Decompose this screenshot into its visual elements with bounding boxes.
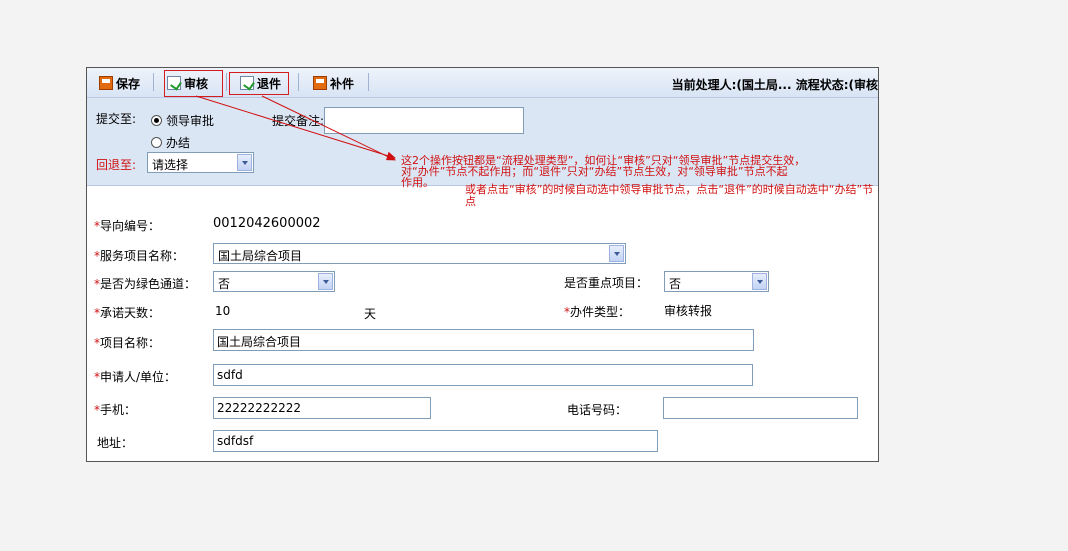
service-label: *服务项目名称：: [94, 249, 185, 263]
save-button[interactable]: 保存: [99, 74, 140, 92]
applicant-label: *申请人/单位：: [94, 370, 177, 384]
phone-input[interactable]: [663, 397, 858, 419]
case-type-label: *办件类型：: [564, 305, 631, 319]
mobile-label: *手机：: [94, 403, 137, 417]
remark-label: 提交备注:: [272, 114, 325, 128]
toolbar-separator: [368, 73, 369, 91]
chevron-down-icon[interactable]: [752, 273, 767, 290]
annotation-line-3: 作用。: [401, 176, 434, 189]
save-icon: [99, 76, 113, 90]
project-name-input[interactable]: 国土局综合项目: [213, 329, 754, 351]
applicant-input[interactable]: sdfd: [213, 364, 753, 386]
audit-highlight: [164, 70, 223, 97]
return-highlight: [229, 72, 289, 95]
guide-no-value: 0012042600002: [213, 216, 321, 231]
chevron-down-icon[interactable]: [318, 273, 333, 290]
key-project-select[interactable]: 否: [664, 271, 769, 292]
guide-no-label: *导向编号：: [94, 219, 161, 233]
address-input[interactable]: sdfdsf: [213, 430, 658, 452]
remark-input[interactable]: [324, 107, 524, 134]
case-type-value: 审核转报: [664, 304, 713, 318]
supplement-icon: [313, 76, 327, 90]
annotation-line-2: 对“办件”节点不起作用；而“退件”只对“办结”节点生效，对“领导审批”节点不起: [401, 165, 788, 178]
address-label: 地址：: [97, 436, 134, 450]
annotation-line-4: 或者点击“审核”的时候自动选中领导审批节点，点击“退件”的时候自动选中“办结”节…: [465, 183, 874, 208]
radio-checked-icon: [151, 115, 162, 126]
radio-leader-approval[interactable]: 领导审批: [151, 112, 214, 129]
days-label: *承诺天数：: [94, 306, 161, 320]
chevron-down-icon[interactable]: [609, 245, 624, 262]
green-channel-label: *是否为绿色通道：: [94, 277, 197, 291]
mobile-input[interactable]: 22222222222: [213, 397, 431, 419]
toolbar-separator: [153, 73, 154, 91]
days-unit: 天: [364, 307, 377, 321]
toolbar-separator: [298, 73, 299, 91]
radio-unchecked-icon: [151, 137, 162, 148]
app-frame: 保存 审核 退件 补件 当前处理人:(国土局... 流程状态:(审核 提交至: …: [86, 67, 879, 462]
green-channel-select[interactable]: 否: [213, 271, 335, 292]
phone-label: 电话号码：: [567, 403, 628, 417]
radio-finish[interactable]: 办结: [151, 134, 190, 151]
project-name-label: *项目名称：: [94, 336, 161, 350]
return-to-select[interactable]: 请选择: [147, 152, 254, 173]
chevron-down-icon[interactable]: [237, 154, 252, 171]
supplement-button[interactable]: 补件: [313, 74, 354, 92]
key-project-label: 是否重点项目：: [564, 276, 649, 290]
service-select[interactable]: 国土局综合项目: [213, 243, 626, 264]
toolbar-separator: [226, 73, 227, 91]
status-text: 当前处理人:(国土局... 流程状态:(审核: [671, 78, 878, 92]
submit-to-label: 提交至:: [96, 112, 137, 126]
days-value: 10: [215, 304, 231, 318]
return-to-label: 回退至:: [96, 158, 137, 172]
